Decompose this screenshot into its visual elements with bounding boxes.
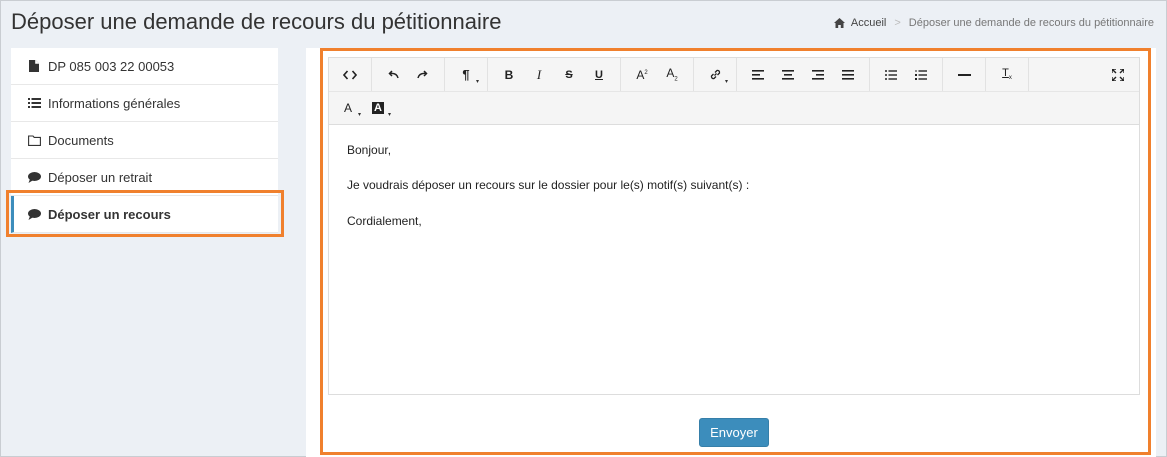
align-center-button[interactable] [773, 62, 803, 88]
content-line: Bonjour, [347, 143, 392, 157]
text-color-dropdown[interactable]: A ▾ [333, 95, 363, 121]
paragraph-style-dropdown[interactable]: ¶ ▾ [451, 62, 481, 88]
send-button[interactable]: Envoyer [699, 418, 769, 447]
file-icon [26, 59, 42, 73]
background-color-dropdown[interactable]: A ▾ [363, 95, 393, 121]
sidebar: DP 085 003 22 00053 Informations général… [11, 48, 278, 233]
breadcrumb-home-link[interactable]: Accueil [833, 17, 887, 29]
toolbar-group-fullscreen [1097, 58, 1139, 91]
numbered-list-button[interactable] [906, 62, 936, 88]
undo-icon [388, 69, 399, 78]
align-center-icon [782, 69, 794, 80]
align-right-button[interactable] [803, 62, 833, 88]
align-left-button[interactable] [743, 62, 773, 88]
paragraph-icon: ¶ [462, 67, 470, 82]
sidebar-item-documents[interactable]: Documents [11, 122, 278, 159]
fullscreen-icon [1112, 68, 1124, 81]
underline-button[interactable]: U [584, 62, 614, 88]
home-icon [833, 18, 845, 28]
bold-icon: B [504, 67, 514, 82]
toolbar-group-format: B I S U [488, 58, 621, 91]
chevron-down-icon: ▾ [724, 78, 728, 85]
sidebar-item-recours[interactable]: Déposer un recours [11, 196, 278, 233]
code-icon [343, 69, 357, 80]
breadcrumb-current: Déposer une demande de recours du pétiti… [908, 17, 1154, 29]
subscript-icon: A2 [666, 66, 678, 83]
fullscreen-button[interactable] [1103, 62, 1133, 88]
redo-icon [417, 69, 428, 78]
chevron-down-icon: ▾ [475, 78, 479, 85]
strikethrough-button[interactable]: S [554, 62, 584, 88]
toolbar-group-lists [870, 58, 943, 91]
link-dropdown[interactable]: ▾ [700, 62, 730, 88]
sidebar-item-label: DP 085 003 22 00053 [48, 58, 175, 74]
italic-icon: I [536, 66, 542, 82]
toolbar-row: ¶ ▾ B I S U A2 A2 ▾ Tx [329, 58, 1139, 91]
editor-content-area[interactable]: Bonjour, Je voudrais déposer un recours … [329, 125, 1139, 267]
toolbar-group-align [737, 58, 870, 91]
sidebar-item-label: Informations générales [48, 95, 181, 111]
folder-icon [26, 133, 42, 147]
content-line: Je voudrais déposer un recours sur le do… [347, 178, 750, 193]
background-color-icon: A [372, 102, 384, 114]
superscript-icon: A2 [636, 67, 648, 82]
content-line: Cordialement, [347, 213, 422, 228]
editor-toolbar: ¶ ▾ B I S U A2 A2 ▾ Tx A ▾ A ▾ [329, 58, 1139, 125]
subscript-button[interactable]: A2 [657, 62, 687, 88]
align-justify-icon [842, 69, 854, 80]
sidebar-item-label: Déposer un retrait [48, 169, 153, 185]
horizontal-rule-button[interactable] [949, 62, 979, 88]
sidebar-item-dossier[interactable]: DP 085 003 22 00053 [11, 48, 278, 85]
breadcrumb-separator: > [894, 17, 901, 29]
sidebar-item-informations[interactable]: Informations générales [11, 85, 278, 122]
numbered-list-icon [915, 69, 927, 80]
text-color-icon: A [343, 101, 352, 115]
toolbar-group-code [329, 58, 372, 91]
superscript-button[interactable]: A2 [627, 62, 657, 88]
link-icon [710, 69, 720, 80]
code-view-button[interactable] [335, 62, 365, 88]
breadcrumb: Accueil > Déposer une demande de recours… [833, 17, 1154, 29]
comment-icon [26, 170, 42, 184]
chevron-down-icon: ▾ [387, 112, 391, 118]
bullet-list-button[interactable] [876, 62, 906, 88]
clear-format-icon: Tx [1002, 67, 1012, 82]
undo-button[interactable] [378, 62, 408, 88]
underline-icon: U [595, 68, 603, 81]
list-icon [26, 96, 42, 110]
clear-format-button[interactable]: Tx [992, 62, 1022, 88]
toolbar-group-link: ▾ [694, 58, 737, 91]
strikethrough-icon: S [565, 68, 573, 81]
sidebar-item-label: Déposer un recours [48, 206, 171, 222]
toolbar-group-clear: Tx [986, 58, 1029, 91]
page-title: Déposer une demande de recours du pétiti… [11, 9, 502, 34]
toolbar-group-colors: A ▾ A ▾ [329, 92, 399, 124]
sidebar-item-retrait[interactable]: Déposer un retrait [11, 159, 278, 196]
align-right-icon [812, 69, 824, 80]
comment-icon [26, 207, 42, 221]
toolbar-group-paragraph: ¶ ▾ [445, 58, 488, 91]
align-left-icon [752, 69, 764, 80]
redo-button[interactable] [408, 62, 438, 88]
bold-button[interactable]: B [494, 62, 524, 88]
toolbar-group-history [372, 58, 445, 91]
bullet-list-icon [885, 69, 897, 80]
breadcrumb-home-label: Accueil [850, 17, 887, 29]
horizontal-rule-icon [957, 73, 971, 76]
italic-button[interactable]: I [524, 62, 554, 88]
rich-text-editor: ¶ ▾ B I S U A2 A2 ▾ Tx A ▾ A ▾ Bonjour, … [328, 57, 1140, 395]
toolbar-group-hr [943, 58, 986, 91]
sidebar-item-label: Documents [48, 132, 114, 148]
toolbar-row: A ▾ A ▾ [329, 91, 1139, 124]
toolbar-group-script: A2 A2 [621, 58, 694, 91]
align-justify-button[interactable] [833, 62, 863, 88]
chevron-down-icon: ▾ [357, 112, 361, 118]
page-header: Déposer une demande de recours du pétiti… [1, 1, 1166, 43]
